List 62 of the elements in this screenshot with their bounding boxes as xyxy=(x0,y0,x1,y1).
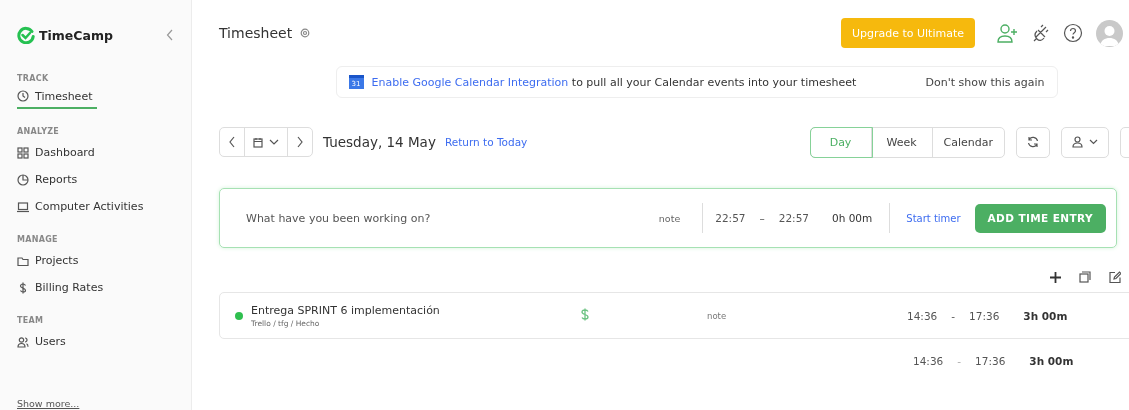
start-time[interactable]: 22:57 xyxy=(715,212,746,224)
end-time[interactable]: 22:57 xyxy=(778,212,809,224)
section-heading: MANAGE xyxy=(17,235,59,244)
banner-text: Enable Google Calendar Integration to pull all your Calendar events into your timesheet xyxy=(371,75,858,89)
copy-icon[interactable] xyxy=(1079,271,1091,283)
entry-note[interactable]: note xyxy=(707,310,907,321)
view-tab[interactable]: Calendar xyxy=(932,127,1004,157)
pie-chart-icon xyxy=(17,173,29,186)
task-input[interactable]: What have you been working on? xyxy=(244,205,659,231)
duration[interactable]: 3h 00m xyxy=(1023,309,1068,322)
total-end-time: 17:36 xyxy=(975,355,1006,367)
collapse-icon[interactable] xyxy=(166,29,174,41)
entry-title: Entrega SPRINT 6 implementación xyxy=(251,303,441,317)
duration[interactable]: 0h 00m xyxy=(832,212,873,224)
chevron-down-icon[interactable] xyxy=(269,139,279,145)
dollar-icon xyxy=(17,281,29,294)
end-time[interactable]: 17:36 xyxy=(969,309,1000,322)
clock-icon xyxy=(17,90,29,102)
folder-icon xyxy=(17,254,29,267)
sidebar-item[interactable]: Projects xyxy=(17,248,79,275)
logo-text: TimeCamp xyxy=(39,27,114,43)
section-heading: ANALYZE xyxy=(17,127,61,136)
start-timer-link[interactable]: Start timer xyxy=(906,212,961,224)
time-separator: - xyxy=(951,309,956,322)
sidebar-item[interactable]: Timesheet xyxy=(17,87,98,109)
laptop-icon xyxy=(17,200,29,213)
dismiss-link[interactable]: Don't show this again xyxy=(925,75,1045,89)
current-date: Tuesday, 14 May xyxy=(323,134,436,150)
help-icon[interactable] xyxy=(1063,23,1083,43)
next-icon[interactable] xyxy=(296,136,304,148)
sidebar-item[interactable]: Reports xyxy=(17,167,78,194)
add-user-icon[interactable] xyxy=(997,23,1019,43)
start-time[interactable]: 14:36 xyxy=(907,309,938,322)
note-field[interactable]: note xyxy=(658,212,681,224)
chevron-down-icon xyxy=(1089,139,1098,145)
refresh-button[interactable] xyxy=(1016,126,1050,158)
section-heading: TRACK xyxy=(17,74,50,83)
sidebar-item[interactable]: Billing Rates xyxy=(17,275,104,302)
page-title: Timesheet xyxy=(219,25,293,41)
sidebar-item[interactable]: Dashboard xyxy=(17,140,95,167)
calendar-icon[interactable] xyxy=(253,136,263,148)
dashboard-icon xyxy=(17,146,29,159)
sidebar-item[interactable]: Computer Activities xyxy=(17,194,144,221)
user-filter-button[interactable] xyxy=(1061,126,1109,158)
plus-icon[interactable] xyxy=(1050,271,1061,283)
show-more-link[interactable]: Show more... xyxy=(17,398,174,410)
refresh-icon xyxy=(1027,136,1039,148)
calendar-integration-link[interactable]: Enable Google Calendar Integration xyxy=(371,75,569,89)
previous-icon[interactable] xyxy=(228,136,236,148)
total-start-time: 14:36 xyxy=(913,355,944,367)
user-icon xyxy=(1072,136,1083,148)
total-duration: 3h 00m xyxy=(1029,355,1074,367)
users-icon xyxy=(17,335,29,348)
logo-icon xyxy=(17,26,35,44)
return-to-today-link[interactable]: Return to Today xyxy=(444,136,528,148)
time-separator: - xyxy=(957,355,962,367)
view-tab[interactable]: Week xyxy=(871,127,933,157)
sidebar-item[interactable]: Users xyxy=(17,329,66,356)
time-separator: – xyxy=(759,212,765,224)
plug-icon[interactable] xyxy=(1032,23,1050,43)
edit-icon[interactable] xyxy=(1109,271,1121,283)
section-heading: TEAM xyxy=(17,316,45,325)
